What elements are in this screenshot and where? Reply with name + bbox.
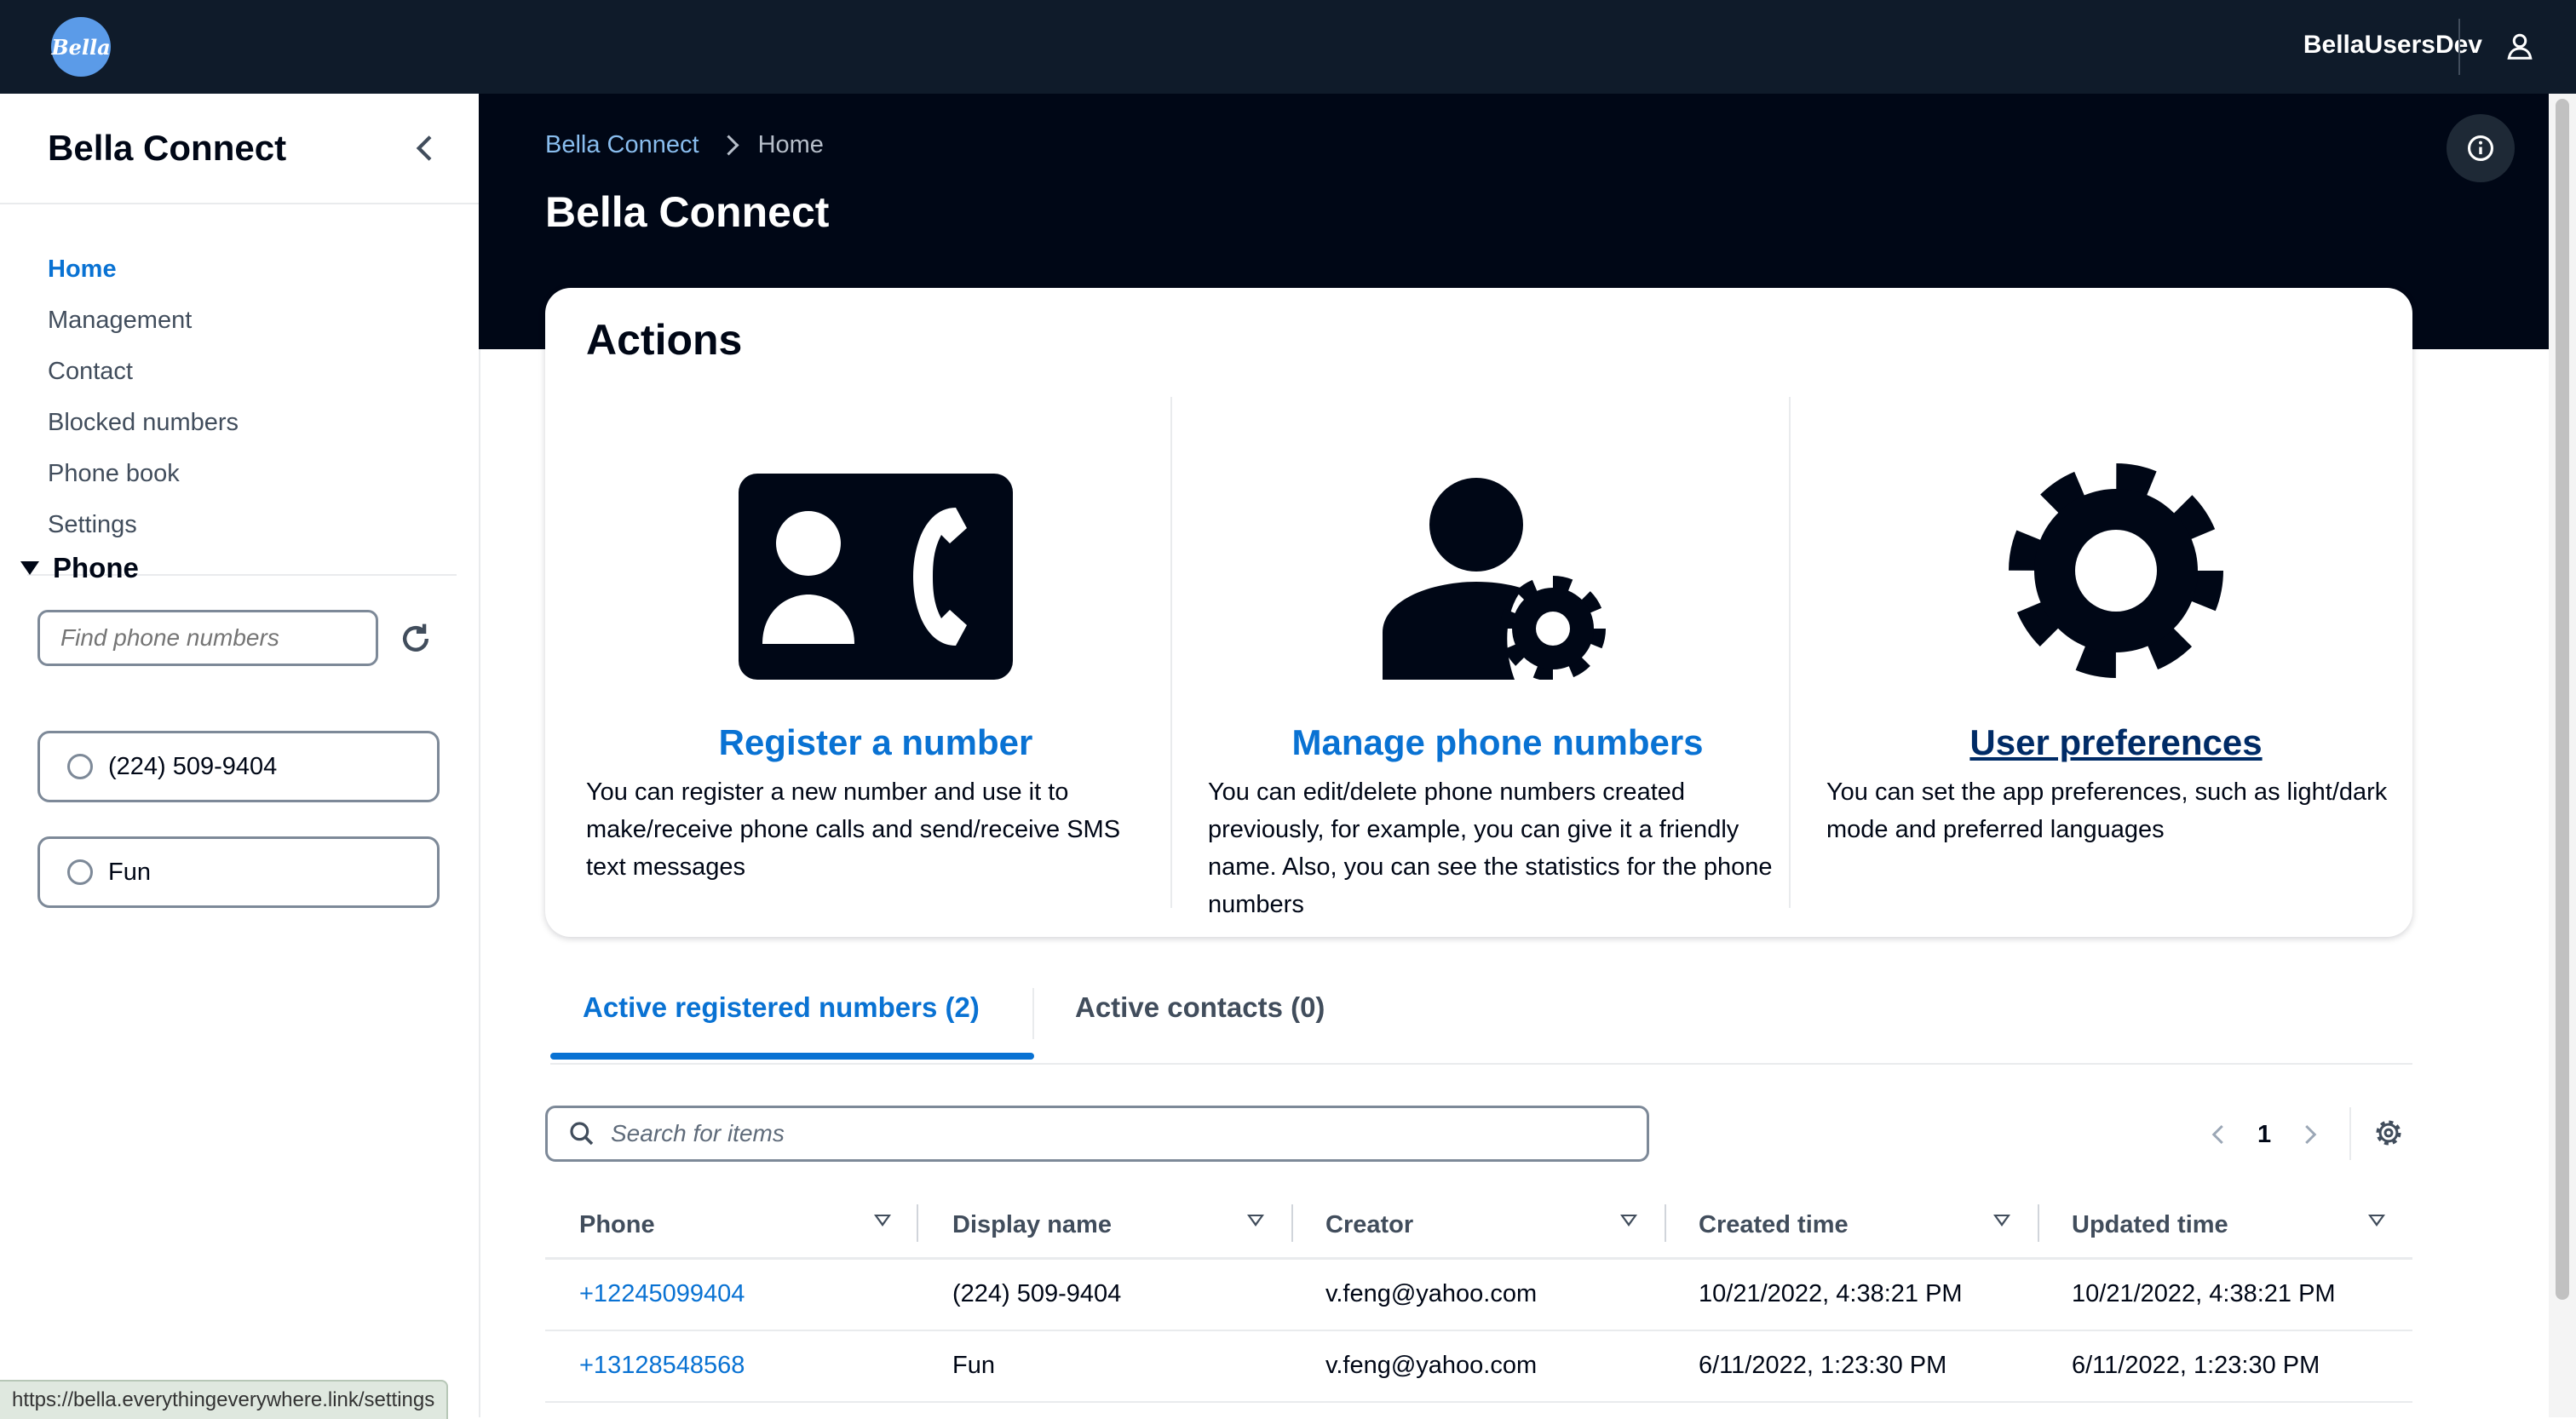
breadcrumb-current: Home — [757, 131, 824, 158]
updated-time-cell: 10/21/2022, 4:38:21 PM — [2072, 1280, 2336, 1307]
contact-phone-icon[interactable] — [739, 474, 1013, 680]
top-divider — [2458, 19, 2460, 75]
top-navigation-bar: Bella BellaUsersDev — [0, 0, 2576, 94]
sidebar-title[interactable]: Bella Connect — [48, 128, 286, 169]
logo-text: Bella — [51, 34, 111, 60]
info-button[interactable] — [2447, 114, 2515, 182]
phone-section-toggle[interactable]: Phone — [20, 552, 139, 584]
register-number-description: You can register a new number and use it… — [586, 778, 1121, 881]
chevron-left-icon[interactable] — [2206, 1120, 2232, 1149]
status-bar-url: https://bella.everythingeverywhere.link/… — [0, 1380, 449, 1419]
updated-time-cell: 6/11/2022, 1:23:30 PM — [2072, 1352, 2320, 1379]
sidebar-divider — [0, 203, 479, 204]
column-header-updated-time[interactable]: Updated time — [2072, 1211, 2228, 1239]
sidebar-item-settings[interactable]: Settings — [48, 499, 239, 550]
phone-cell[interactable]: +12245099404 — [579, 1280, 745, 1308]
column-header-created-time[interactable]: Created time — [1699, 1211, 1849, 1239]
search-items-input[interactable]: Search for items — [545, 1106, 1649, 1162]
table-row: +12245099404 (224) 509-9404 v.feng@yahoo… — [545, 1260, 2412, 1331]
bella-logo[interactable]: Bella — [51, 17, 111, 77]
phone-option-card[interactable]: (224) 509-9404 — [37, 731, 440, 802]
display-name-cell: (224) 509-9404 — [952, 1280, 1122, 1307]
sort-filter-icon[interactable] — [2368, 1215, 2385, 1227]
user-preferences-link[interactable]: User preferences — [1826, 722, 2406, 763]
chevron-right-icon[interactable] — [2297, 1120, 2322, 1149]
manage-account-icon[interactable] — [1383, 475, 1613, 680]
radio-button[interactable] — [67, 859, 93, 885]
refresh-icon[interactable] — [397, 620, 434, 658]
tab-separator — [1032, 988, 1034, 1039]
info-icon — [2467, 135, 2494, 162]
user-icon[interactable] — [2504, 31, 2535, 61]
table-row: +13128548568 Fun v.feng@yahoo.com 6/11/2… — [545, 1331, 2412, 1403]
phone-option-label: (224) 509-9404 — [108, 752, 278, 780]
created-time-cell: 10/21/2022, 4:38:21 PM — [1699, 1280, 1963, 1307]
column-header-display-name[interactable]: Display name — [952, 1211, 1112, 1239]
settings-gear-icon[interactable] — [2007, 462, 2225, 680]
current-page[interactable]: 1 — [2257, 1121, 2271, 1149]
sort-filter-icon[interactable] — [1993, 1215, 2010, 1227]
manage-phone-numbers-link[interactable]: Manage phone numbers — [1208, 722, 1787, 763]
tab-active-registered-numbers[interactable]: Active registered numbers (2) — [583, 991, 980, 1024]
sort-filter-icon[interactable] — [1620, 1215, 1637, 1227]
search-icon — [570, 1122, 594, 1146]
pagination-divider — [2349, 1107, 2351, 1160]
column-separator[interactable] — [1291, 1204, 1293, 1242]
sidebar-item-contact[interactable]: Contact — [48, 346, 239, 397]
sidebar-item-phone-book[interactable]: Phone book — [48, 448, 239, 499]
page-title: Bella Connect — [545, 188, 830, 236]
manage-phone-numbers-description: You can edit/delete phone numbers create… — [1208, 778, 1773, 918]
action-register-number: Register a number You can register a new… — [586, 416, 1165, 886]
username-label[interactable]: BellaUsersDev — [2303, 31, 2482, 60]
phone-option-label: Fun — [108, 858, 151, 886]
breadcrumb-link[interactable]: Bella Connect — [545, 131, 699, 159]
sidebar-item-management[interactable]: Management — [48, 295, 239, 346]
sort-filter-icon[interactable] — [1247, 1215, 1264, 1227]
column-divider — [1170, 397, 1172, 908]
phone-option-card[interactable]: Fun — [37, 836, 440, 908]
sidebar-item-blocked-numbers[interactable]: Blocked numbers — [48, 397, 239, 448]
gear-icon[interactable] — [2373, 1117, 2404, 1148]
user-preferences-description: You can set the app preferences, such as… — [1826, 778, 2388, 843]
phone-section-label: Phone — [53, 552, 139, 583]
column-header-phone[interactable]: Phone — [579, 1211, 655, 1239]
column-header-creator[interactable]: Creator — [1325, 1211, 1413, 1239]
actions-title: Actions — [586, 316, 743, 364]
active-tab-indicator — [550, 1053, 1034, 1060]
column-separator[interactable] — [1665, 1204, 1666, 1242]
sidebar-item-home[interactable]: Home — [48, 244, 239, 295]
registered-numbers-table: Phone Display name Creator Created time … — [545, 1196, 2412, 1403]
table-header-row: Phone Display name Creator Created time … — [545, 1196, 2412, 1260]
action-user-preferences: User preferences You can set the app pre… — [1826, 416, 2406, 848]
sidebar-nav: Home Management Contact Blocked numbers … — [48, 244, 239, 550]
pagination: 1 — [2206, 1111, 2322, 1158]
created-time-cell: 6/11/2022, 1:23:30 PM — [1699, 1352, 1947, 1379]
breadcrumb: Bella Connect Home — [545, 131, 824, 159]
caret-down-icon — [20, 561, 39, 575]
register-number-link[interactable]: Register a number — [586, 722, 1165, 763]
scrollbar-thumb[interactable] — [2556, 99, 2569, 1300]
column-separator[interactable] — [917, 1204, 918, 1242]
column-divider — [1789, 397, 1791, 908]
tab-list: Active registered numbers (2) Active con… — [550, 980, 2412, 1065]
creator-cell: v.feng@yahoo.com — [1325, 1280, 1538, 1307]
search-placeholder: Search for items — [611, 1120, 785, 1146]
column-separator[interactable] — [2038, 1204, 2039, 1242]
display-name-cell: Fun — [952, 1352, 995, 1379]
tab-active-contacts[interactable]: Active contacts (0) — [1075, 991, 1325, 1024]
sort-filter-icon[interactable] — [874, 1215, 891, 1227]
find-phone-numbers-input[interactable] — [37, 610, 378, 666]
phone-cell[interactable]: +13128548568 — [579, 1352, 745, 1380]
creator-cell: v.feng@yahoo.com — [1325, 1352, 1538, 1379]
chevron-left-icon[interactable] — [409, 131, 443, 165]
radio-button[interactable] — [67, 754, 93, 779]
chevron-right-icon — [718, 135, 739, 156]
action-manage-phone-numbers: Manage phone numbers You can edit/delete… — [1208, 416, 1787, 923]
actions-card: Actions Register a number You can regist… — [545, 288, 2412, 937]
